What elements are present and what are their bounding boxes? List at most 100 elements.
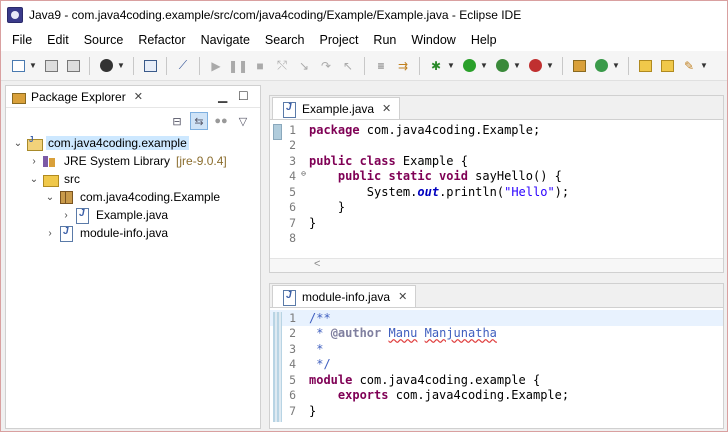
tree-item-example-java[interactable]: › Example.java: [6, 206, 260, 224]
code-text: com.java4coding.Example;: [388, 388, 570, 403]
disconnect-icon[interactable]: ⤲: [273, 57, 291, 75]
code-editor-module-info[interactable]: 1 /** 2 * @author Manu Manjunatha 3 * 4 …: [270, 308, 723, 426]
editor-module-info: module-info.java ✕ 1 /** 2 * @author Man…: [269, 283, 724, 429]
perspective-icon[interactable]: [97, 57, 115, 75]
debug-icon[interactable]: ✱: [427, 57, 445, 75]
menu-window[interactable]: Window: [404, 33, 463, 47]
new-class-dropdown-icon[interactable]: ▼: [612, 61, 620, 70]
link-with-editor-icon[interactable]: ⇆: [190, 112, 208, 130]
tree-item-module-info[interactable]: › module-info.java: [6, 224, 260, 242]
tree-item-jre-library[interactable]: › JRE System Library [jre-9.0.4]: [6, 152, 260, 170]
close-icon[interactable]: ✕: [398, 290, 407, 303]
package-explorer-tabbar: Package Explorer ✕ ▁ ☐: [6, 86, 260, 108]
step-into-icon[interactable]: ↘: [295, 57, 313, 75]
menu-project[interactable]: Project: [313, 33, 367, 47]
code-text: Example {: [395, 153, 468, 168]
menu-run[interactable]: Run: [366, 33, 404, 47]
line-number: 2: [289, 326, 296, 341]
toolbar-separator: [628, 56, 629, 75]
collapsed-chevron-icon[interactable]: ›: [44, 228, 56, 239]
coverage-dropdown-icon[interactable]: ▼: [513, 61, 521, 70]
external-tools-dropdown-icon[interactable]: ▼: [546, 61, 554, 70]
java-file-icon: [58, 225, 74, 242]
misspelled-word[interactable]: Manjunatha: [425, 326, 497, 340]
code-comment: *: [309, 326, 331, 341]
tab-module-info-java[interactable]: module-info.java ✕: [272, 285, 417, 307]
tree-item-label: JRE System Library: [64, 154, 171, 168]
code-text: );: [554, 184, 570, 199]
external-tools-icon[interactable]: [526, 57, 544, 75]
code-line: 4 */: [270, 357, 723, 373]
step-return-icon[interactable]: ↖: [339, 57, 357, 75]
tree-item-src[interactable]: ⌄ src: [6, 170, 260, 188]
menu-navigate[interactable]: Navigate: [194, 33, 258, 47]
expanded-chevron-icon[interactable]: ⌄: [12, 138, 24, 149]
code-text: }: [309, 215, 317, 230]
source-folder-icon: [42, 171, 59, 187]
code-editor-example[interactable]: 1 package com.java4coding.Example; 2 3 p…: [270, 120, 723, 254]
package-icon: [58, 189, 74, 205]
collapsed-chevron-icon[interactable]: ›: [60, 210, 72, 221]
run-dropdown-icon[interactable]: ▼: [480, 61, 488, 70]
line-number: 5: [289, 184, 296, 199]
step-over-icon[interactable]: ↷: [317, 57, 335, 75]
code-comment: /**: [309, 310, 331, 325]
skip-breakpoints-icon[interactable]: ⟋: [174, 57, 192, 75]
tree-item-package[interactable]: ⌄ com.java4coding.Example: [6, 188, 260, 206]
collapsed-chevron-icon[interactable]: ›: [28, 156, 40, 167]
code-line: 5 System.out.println("Hello");: [270, 184, 723, 200]
open-type-icon[interactable]: [636, 57, 654, 75]
code-keyword: public class: [309, 153, 396, 168]
expanded-chevron-icon[interactable]: ⌄: [28, 174, 40, 185]
fold-collapse-icon[interactable]: ⊖: [301, 169, 306, 178]
code-line: 2 * @author Manu Manjunatha: [270, 326, 723, 342]
perspective-dropdown-icon[interactable]: ▼: [117, 61, 125, 70]
terminal-icon[interactable]: [141, 57, 159, 75]
editor-example-java: Example.java ✕ 1 package com.java4coding…: [269, 95, 724, 273]
console-icon[interactable]: ≡: [372, 57, 390, 75]
debug-dropdown-icon[interactable]: ▼: [447, 61, 455, 70]
misspelled-word[interactable]: Manu: [389, 326, 418, 340]
use-step-filters-icon[interactable]: ⇉: [394, 57, 412, 75]
menu-source[interactable]: Source: [77, 33, 132, 47]
search-dropdown-icon[interactable]: ▼: [700, 61, 708, 70]
collapse-all-icon[interactable]: ⊟: [168, 112, 186, 130]
expanded-chevron-icon[interactable]: ⌄: [44, 192, 56, 203]
run-icon[interactable]: [460, 57, 478, 75]
line-number: 6: [289, 200, 296, 215]
code-comment: */: [309, 357, 331, 372]
new-class-icon[interactable]: [592, 57, 610, 75]
menu-file[interactable]: File: [5, 33, 40, 47]
tree-item-project[interactable]: ⌄ com.java4coding.example: [6, 134, 260, 152]
menu-refactor[interactable]: Refactor: [131, 33, 193, 47]
search-icon[interactable]: ✎: [680, 57, 698, 75]
code-keyword: exports: [337, 388, 389, 403]
horizontal-scrollbar[interactable]: [270, 258, 723, 272]
close-icon[interactable]: ✕: [134, 90, 143, 103]
close-icon[interactable]: ✕: [382, 102, 391, 115]
menu-search[interactable]: Search: [258, 33, 313, 47]
new-icon[interactable]: [9, 57, 27, 75]
coverage-icon[interactable]: [493, 57, 511, 75]
java-file-icon: [281, 289, 297, 306]
open-task-icon[interactable]: [658, 57, 676, 75]
new-dropdown-icon[interactable]: ▼: [29, 61, 37, 70]
menu-edit[interactable]: Edit: [40, 33, 77, 47]
tab-package-explorer[interactable]: Package Explorer ✕: [6, 86, 149, 108]
save-all-icon[interactable]: [64, 57, 82, 75]
code-line: 3 *: [270, 341, 723, 357]
save-icon[interactable]: [42, 57, 60, 75]
code-line: 4 ⊖ public static void sayHello() {: [270, 169, 723, 185]
terminate-icon[interactable]: ■: [251, 57, 269, 75]
new-java-package-icon[interactable]: [570, 57, 588, 75]
minimize-icon[interactable]: ▁: [218, 89, 227, 103]
maximize-icon[interactable]: ☐: [238, 89, 249, 103]
view-menu-icon[interactable]: ▽: [234, 112, 252, 130]
tab-label: Package Explorer: [31, 89, 126, 104]
resume-icon[interactable]: ▶: [207, 57, 225, 75]
menu-help[interactable]: Help: [464, 33, 505, 47]
focus-icon[interactable]: ●●: [212, 112, 230, 130]
tab-example-java[interactable]: Example.java ✕: [272, 97, 401, 119]
suspend-icon[interactable]: ❚❚: [228, 57, 248, 75]
tree-item-label: src: [64, 172, 80, 186]
